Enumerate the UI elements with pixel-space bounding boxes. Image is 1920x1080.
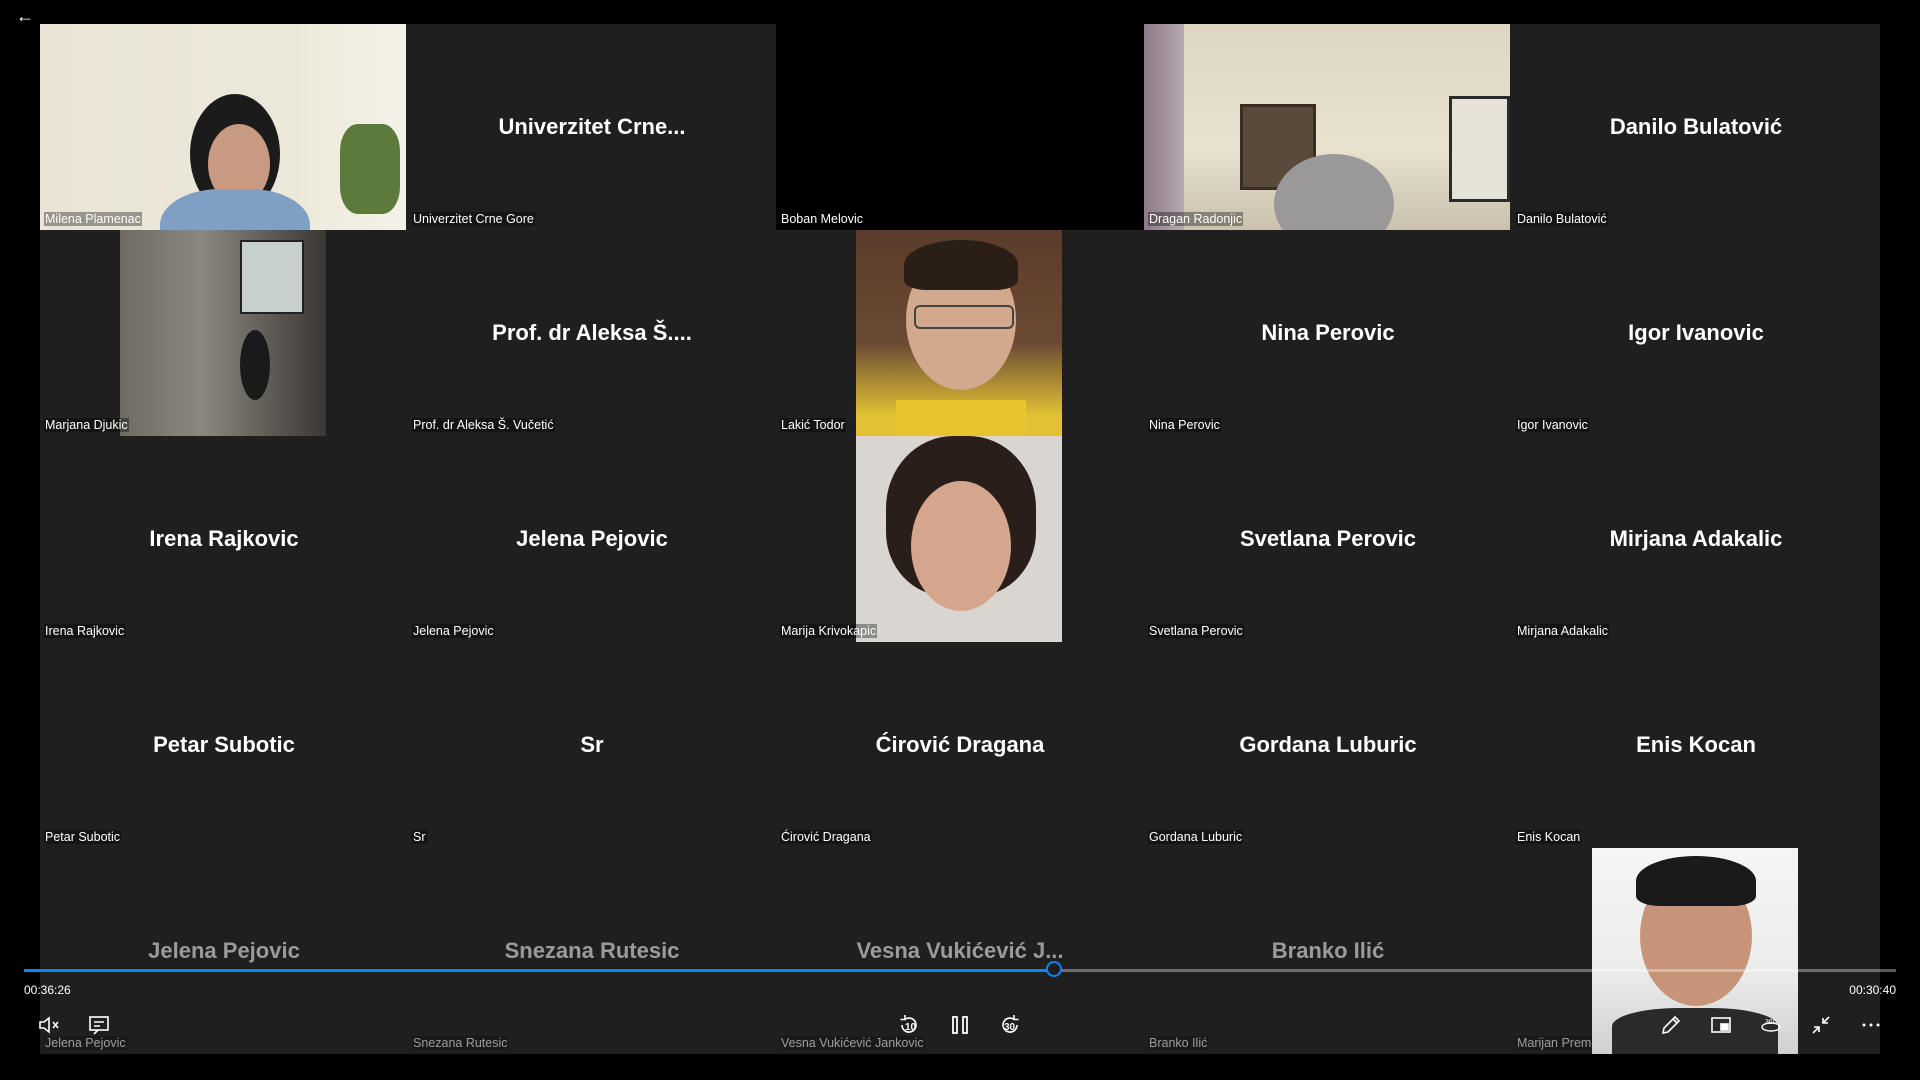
participant-tile: Enis Kocan Enis Kocan (1512, 642, 1880, 848)
participant-tile: Branko Ilić Branko Ilić (1144, 848, 1512, 1054)
participant-tile: Danilo Bulatović Danilo Bulatović (1512, 24, 1880, 230)
360-view-button[interactable]: 360 (1756, 1011, 1786, 1039)
participant-display-name: Enis Kocan (1636, 732, 1756, 757)
pen-icon (1661, 1015, 1681, 1035)
participant-tile: Milena Plamenac (40, 24, 408, 230)
participant-name: Branko Ilić (1148, 1036, 1209, 1050)
participant-display-name: Petar Subotic (153, 732, 295, 757)
participant-tile: Marija Krivokapic (776, 436, 1144, 642)
participant-tile: Dragan Radonjic (1144, 24, 1512, 230)
participant-video (856, 436, 1062, 642)
participant-name: Marija Krivokapic (780, 624, 878, 638)
participant-tile: Sr Sr (408, 642, 776, 848)
participant-name: Svetlana Perovic (1148, 624, 1244, 638)
pause-icon (952, 1016, 968, 1034)
participant-tile: Jelena Pejovic Jelena Pejovic (408, 436, 776, 642)
miniplayer-icon (1711, 1017, 1731, 1033)
participant-tile: Gordana Luburic Gordana Luburic (1144, 642, 1512, 848)
participant-tile: Nina Perovic Nina Perovic (1144, 230, 1512, 436)
progress-bar[interactable] (24, 961, 1896, 977)
participant-tile: Lakić Todor (776, 230, 1144, 436)
mute-button[interactable] (34, 1011, 64, 1039)
participant-name: Sr (412, 830, 427, 844)
participant-name: Nina Perovic (1148, 418, 1221, 432)
miniplayer-button[interactable] (1706, 1011, 1736, 1039)
participant-name: Enis Kocan (1516, 830, 1582, 844)
participant-display-name: Irena Rajkovic (149, 526, 299, 551)
back-button[interactable]: ← (14, 5, 36, 27)
participant-name: Prof. dr Aleksa Š. Vučetić (412, 418, 555, 432)
participant-video (1144, 24, 1510, 230)
participant-name: Petar Subotic (44, 830, 122, 844)
seek-back-label: 10 (905, 1022, 917, 1033)
participant-name: Lakić Todor (780, 418, 846, 432)
participant-name: Igor Ivanovic (1516, 418, 1589, 432)
participant-tile: Boban Melovic (776, 24, 1144, 230)
participant-display-name: Danilo Bulatović (1609, 114, 1783, 139)
participant-display-name: Igor Ivanovic (1628, 320, 1764, 345)
participant-display-name: Mirjana Adakalic (1609, 526, 1783, 551)
participant-tile: Mirjana Adakalic Mirjana Adakalic (1512, 436, 1880, 642)
participant-display-name: Prof. dr Aleksa Š.... (492, 320, 692, 345)
participant-tile: Prof. dr Aleksa Š.... Prof. dr Aleksa Š.… (408, 230, 776, 436)
progress-fill (24, 969, 1054, 972)
captions-button[interactable] (84, 1011, 114, 1039)
svg-text:360: 360 (1765, 1019, 1777, 1026)
participant-display-name: Jelena Pejovic (148, 938, 300, 963)
participant-name: Danilo Bulatović (1516, 212, 1608, 226)
participant-display-name: Gordana Luburic (1239, 732, 1417, 757)
participant-name: Mirjana Adakalic (1516, 624, 1610, 638)
participant-name: Milena Plamenac (44, 212, 142, 226)
participant-name: Snezana Rutesic (412, 1036, 509, 1050)
participant-name: Ćirović Dragana (780, 830, 872, 844)
participant-display-name: Jelena Pejovic (516, 526, 668, 551)
progress-thumb[interactable] (1046, 961, 1062, 977)
captions-icon (89, 1016, 109, 1035)
participant-display-name: Nina Perovic (1261, 320, 1395, 345)
mute-icon (39, 1016, 59, 1034)
participant-video (40, 24, 406, 230)
seek-forward-label: 30 (1004, 1022, 1016, 1033)
participant-display-name: Branko Ilić (1271, 938, 1385, 963)
participant-video (120, 230, 326, 436)
participant-display-name: Svetlana Perovic (1239, 526, 1417, 551)
participant-tile: Snezana Rutesic Snezana Rutesic (408, 848, 776, 1054)
participant-name: Jelena Pejovic (412, 624, 495, 638)
participant-display-name: Sr (580, 732, 604, 757)
participant-tile: Univerzitet Crne... Univerzitet Crne Gor… (408, 24, 776, 230)
seek-back-button[interactable]: 10 (894, 1011, 924, 1039)
participant-display-name: Univerzitet Crne... (498, 114, 686, 139)
participant-tile: Svetlana Perovic Svetlana Perovic (1144, 436, 1512, 642)
participant-tile: Petar Subotic Petar Subotic (40, 642, 408, 848)
elapsed-time: 00:36:26 (24, 983, 71, 997)
participant-display-name: Vesna Vukićević J... (856, 938, 1064, 963)
exit-fullscreen-icon (1812, 1016, 1830, 1034)
more-button[interactable] (1856, 1011, 1886, 1039)
pen-button[interactable] (1656, 1011, 1686, 1039)
360-view-icon: 360 (1761, 1019, 1781, 1032)
pause-button[interactable] (945, 1011, 975, 1039)
remaining-time: 00:30:40 (1849, 983, 1896, 997)
participant-tile: Ćirović Dragana Ćirović Dragana (776, 642, 1144, 848)
participant-name: Irena Rajkovic (44, 624, 126, 638)
participant-name: Univerzitet Crne Gore (412, 212, 535, 226)
participant-tile: Igor Ivanovic Igor Ivanovic (1512, 230, 1880, 436)
more-icon (1862, 1023, 1880, 1027)
participant-name: Gordana Luburic (1148, 830, 1244, 844)
seek-forward-button[interactable]: 30 (995, 1011, 1025, 1039)
participant-tile: Marjana Djukic (40, 230, 408, 436)
participant-display-name: Snezana Rutesic (504, 938, 680, 963)
participant-name: Dragan Radonjic (1148, 212, 1244, 226)
participant-video (856, 230, 1062, 436)
participant-name: Marjana Djukic (44, 418, 129, 432)
exit-fullscreen-button[interactable] (1806, 1011, 1836, 1039)
arrow-left-icon: ← (16, 6, 34, 26)
participant-name: Boban Melovic (780, 212, 864, 226)
participant-tile: Irena Rajkovic Irena Rajkovic (40, 436, 408, 642)
participant-display-name: Ćirović Dragana (875, 732, 1045, 757)
